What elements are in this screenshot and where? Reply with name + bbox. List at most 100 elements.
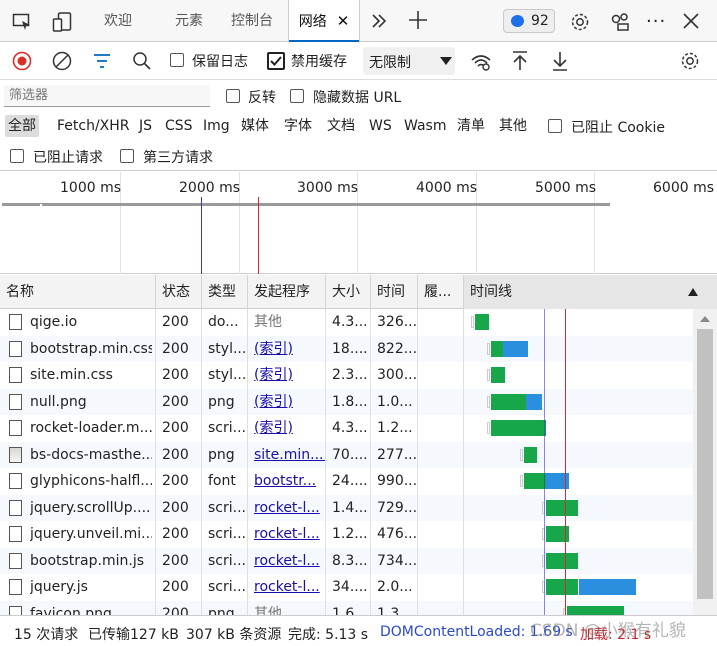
record-icon[interactable] [12, 51, 32, 71]
tab-console[interactable]: 控制台 [220, 0, 284, 42]
initiator-cell[interactable]: rocket-l... [248, 521, 326, 548]
request-row[interactable]: glyphicons-halfl... 200 font bootstr... 24..… [0, 468, 693, 495]
request-row[interactable]: jquery.js 200 scri... rocket-l... 34.... 2.0.… [0, 574, 693, 601]
type-filter-media[interactable]: 媒体 [238, 115, 272, 137]
column-header-size[interactable]: 大小 [326, 275, 371, 309]
clear-icon[interactable] [52, 51, 72, 71]
hide-data-urls-checkbox[interactable] [290, 89, 304, 103]
type-filter-doc[interactable]: 文档 [324, 115, 358, 137]
column-header-status[interactable]: 状态 [156, 275, 202, 309]
request-row[interactable]: jquery.unveil.mi... 200 scri... rocket-l...… [0, 521, 693, 548]
name-cell[interactable]: bs-docs-masthe... [0, 441, 156, 468]
name-cell[interactable]: bootstrap.min.js [0, 547, 156, 574]
request-row[interactable]: rocket-loader.m... 200 scri... (索引) 4.3... 1.… [0, 415, 693, 442]
network-conditions-icon[interactable] [470, 52, 492, 72]
request-row[interactable]: bootstrap.min.css 200 styl... (索引) 18.... 822… [0, 335, 693, 363]
name-cell[interactable]: rocket-loader.m... [0, 415, 156, 442]
waterfall-cell[interactable] [464, 362, 693, 389]
more-tabs-icon[interactable] [370, 11, 388, 31]
preserve-log-checkbox[interactable] [170, 53, 184, 67]
waterfall-cell[interactable] [464, 521, 693, 548]
request-row[interactable]: null.png 200 png (索引) 1.8... 1.0... [0, 388, 693, 416]
column-header-fulfilled[interactable]: 履... [418, 275, 464, 309]
waterfall-cell[interactable] [464, 468, 693, 495]
close-tab-icon[interactable]: ✕ [337, 0, 350, 42]
filter-input[interactable] [4, 85, 210, 107]
initiator-cell[interactable]: site.min.... [248, 441, 326, 468]
initiator-cell[interactable]: rocket-l... [248, 574, 326, 601]
name-cell[interactable]: bootstrap.min.css [0, 335, 156, 362]
waterfall-cell[interactable] [464, 442, 693, 469]
name-cell[interactable]: favicon.png [0, 600, 156, 615]
device-emulation-icon[interactable] [52, 11, 74, 33]
type-filter-other[interactable]: 其他 [496, 115, 530, 137]
waterfall-cell[interactable] [464, 415, 693, 442]
name-cell[interactable]: jquery.scrollUp.... [0, 494, 156, 521]
initiator-cell[interactable]: rocket-l... [248, 547, 326, 574]
inspect-element-icon[interactable] [12, 12, 32, 32]
request-row[interactable]: qige.io 200 do... 其他 4.3... 326... [0, 309, 693, 336]
scroll-up-icon[interactable] [700, 316, 710, 322]
type-filter-img[interactable]: Img [200, 115, 233, 137]
name-cell[interactable]: jquery.js [0, 574, 156, 601]
waterfall-cell[interactable] [464, 495, 693, 522]
initiator-cell[interactable]: (索引) [248, 388, 326, 415]
filter-icon[interactable] [92, 53, 112, 69]
add-tab-icon[interactable] [408, 10, 428, 30]
initiator-cell[interactable]: (索引) [248, 415, 326, 442]
initiator-cell[interactable]: (索引) [248, 335, 326, 362]
type-filter-wasm[interactable]: Wasm [401, 115, 449, 137]
tab-elements[interactable]: 元素 [158, 0, 220, 42]
initiator-cell[interactable]: bootstr... [248, 468, 326, 495]
request-row[interactable]: site.min.css 200 styl... (索引) 2.3... 300... [0, 362, 693, 389]
invert-checkbox[interactable] [226, 89, 240, 103]
type-filter-ws[interactable]: WS [366, 115, 395, 137]
column-header-name[interactable]: 名称 [0, 275, 156, 309]
type-filter-fetch-xhr[interactable]: Fetch/XHR [54, 115, 133, 137]
tab-network[interactable]: 网络 ✕ [288, 0, 360, 43]
blocked-cookies-checkbox[interactable] [548, 119, 562, 133]
tab-welcome[interactable]: 欢迎 [88, 0, 148, 42]
waterfall-cell[interactable] [464, 574, 693, 601]
export-har-icon[interactable] [551, 50, 569, 72]
name-cell[interactable]: null.png [0, 388, 156, 415]
customize-icon[interactable] [609, 11, 631, 33]
more-options-icon[interactable]: ··· [646, 11, 666, 32]
settings-gear-icon[interactable] [569, 11, 591, 33]
name-cell[interactable]: jquery.unveil.mi... [0, 521, 156, 548]
column-header-initiator[interactable]: 发起程序 [248, 275, 326, 309]
initiator-cell[interactable]: rocket-l... [248, 494, 326, 521]
issues-badge[interactable]: 92 [503, 9, 555, 33]
type-filter-js[interactable]: JS [136, 115, 155, 137]
scrollbar-thumb[interactable] [697, 329, 713, 599]
waterfall-cell[interactable] [464, 336, 693, 363]
waterfall-cell[interactable] [464, 601, 693, 615]
type-filter-font[interactable]: 字体 [281, 115, 315, 137]
type-filter-all[interactable]: 全部 [5, 115, 39, 137]
search-icon[interactable] [132, 51, 152, 71]
type-filter-manifest[interactable]: 清单 [454, 115, 488, 137]
name-cell[interactable]: site.min.css [0, 362, 156, 389]
blocked-requests-checkbox[interactable] [10, 149, 24, 163]
timeline-overview[interactable]: 1000 ms 2000 ms 3000 ms 4000 ms 5000 ms … [0, 172, 717, 274]
close-devtools-icon[interactable] [682, 12, 700, 30]
waterfall-cell[interactable] [464, 389, 693, 416]
network-settings-gear-icon[interactable] [679, 50, 701, 72]
column-header-waterfall[interactable]: 时间线 [464, 275, 717, 309]
request-row[interactable]: favicon.png 200 png 其他 1.6... 1.3... [0, 600, 693, 615]
name-cell[interactable]: qige.io [0, 309, 156, 336]
table-scrollbar[interactable] [693, 309, 717, 615]
third-party-checkbox[interactable] [120, 149, 134, 163]
import-har-icon[interactable] [511, 50, 529, 72]
column-header-type[interactable]: 类型 [202, 275, 248, 309]
throttling-select[interactable]: 无限制 [363, 47, 455, 75]
column-header-time[interactable]: 时间 [371, 275, 418, 309]
request-row[interactable]: bs-docs-masthe... 200 png site.min.... 70...… [0, 441, 693, 469]
name-cell[interactable]: glyphicons-halfl... [0, 468, 156, 495]
disable-cache-checkbox[interactable] [267, 52, 285, 70]
type-filter-css[interactable]: CSS [162, 115, 196, 137]
initiator-cell[interactable]: (索引) [248, 362, 326, 389]
waterfall-cell[interactable] [464, 548, 693, 575]
request-row[interactable]: jquery.scrollUp.... 200 scri... rocket-l...… [0, 494, 693, 522]
request-row[interactable]: bootstrap.min.js 200 scri... rocket-l... 8.3… [0, 547, 693, 575]
